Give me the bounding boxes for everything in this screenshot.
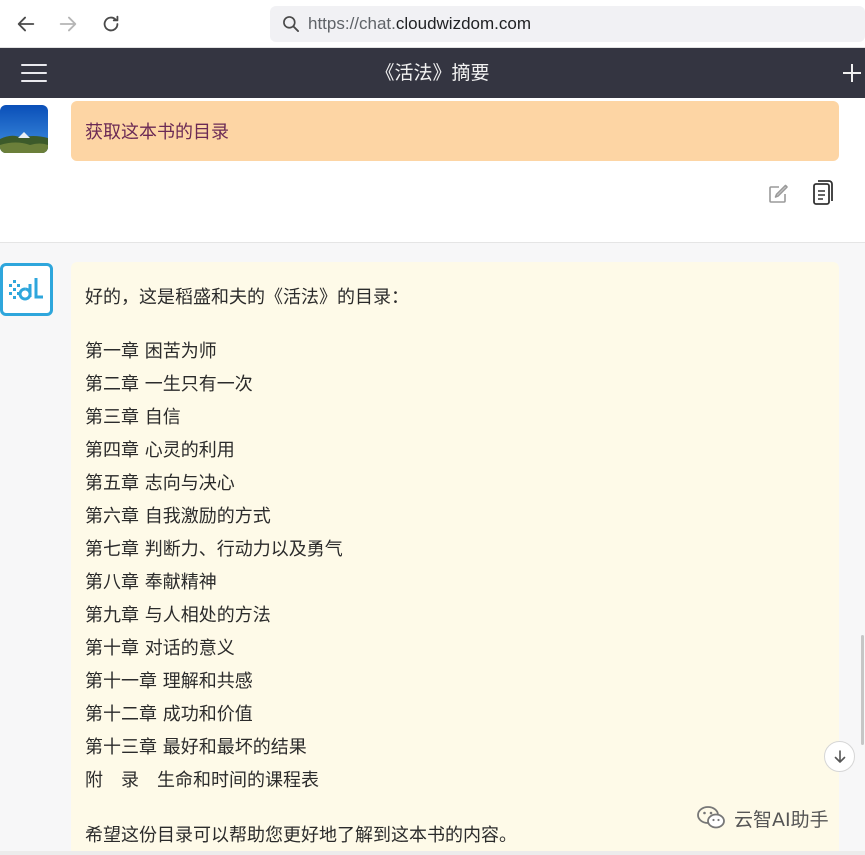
browser-toolbar: https://chat.cloudwizdom.com: [0, 0, 865, 48]
list-item: 附 录 生命和时间的课程表: [85, 770, 319, 791]
plus-icon[interactable]: [839, 60, 865, 86]
reload-button[interactable]: [94, 8, 128, 40]
assistant-intro-text: 好的，这是稻盛和夫的《活法》的目录：: [85, 287, 409, 308]
user-message-row: 获取这本书的目录: [0, 98, 865, 243]
scrollbar[interactable]: [861, 635, 864, 745]
ai-logo-icon: [0, 263, 53, 316]
list-item: 第三章 自信: [85, 407, 181, 428]
list-item: 第九章 与人相处的方法: [85, 605, 271, 626]
list-item: 第二章 一生只有一次: [85, 374, 253, 395]
list-item: 第七章 判断力、行动力以及勇气: [85, 539, 343, 560]
arrow-down-icon: [834, 749, 845, 763]
search-icon: [274, 6, 308, 42]
assistant-outro-text: 希望这份目录可以帮助您更好地了解到这本书的内容。: [85, 825, 517, 846]
back-button[interactable]: [9, 8, 43, 40]
list-item: 第十一章 理解和共感: [85, 671, 253, 692]
scroll-to-bottom-button[interactable]: [824, 741, 855, 772]
list-item: 第五章 志向与决心: [85, 473, 235, 494]
forward-button[interactable]: [51, 8, 85, 40]
list-item: 第六章 自我激励的方式: [85, 506, 271, 527]
arrow-right-icon: [59, 16, 77, 32]
address-bar[interactable]: https://chat.cloudwizdom.com: [270, 6, 865, 42]
user-message-bubble: 获取这本书的目录: [71, 101, 839, 161]
wechat-icon: [697, 806, 725, 829]
watermark-text: 云智AI助手: [734, 808, 829, 831]
chapter-list: 第一章 困苦为师 第二章 一生只有一次 第三章 自信 第四章 心灵的利用 第五章…: [85, 335, 343, 797]
assistant-message-bubble: 好的，这是稻盛和夫的《活法》的目录： 第一章 困苦为师 第二章 一生只有一次 第…: [71, 262, 839, 855]
copy-icon[interactable]: [811, 178, 835, 208]
user-message-text: 获取这本书的目录: [85, 122, 229, 143]
url-host: cloudwizdom.com: [395, 14, 531, 33]
list-item: 第八章 奉献精神: [85, 572, 217, 593]
list-item: 第一章 困苦为师: [85, 341, 217, 362]
divider: [0, 851, 865, 855]
list-item: 第十章 对话的意义: [85, 638, 235, 659]
app-header: 《活法》摘要: [0, 48, 865, 98]
reload-icon: [103, 15, 119, 32]
list-item: 第四章 心灵的利用: [85, 440, 235, 461]
assistant-message-row: 好的，这是稻盛和夫的《活法》的目录： 第一章 困苦为师 第二章 一生只有一次 第…: [0, 243, 865, 855]
list-item: 第十二章 成功和价值: [85, 704, 253, 725]
watermark: 云智AI助手: [696, 800, 829, 836]
edit-icon[interactable]: [766, 182, 790, 206]
user-avatar: [0, 105, 48, 153]
arrow-left-icon: [17, 16, 35, 32]
page-title: 《活法》摘要: [375, 62, 490, 84]
list-item: 第十三章 最好和最坏的结果: [85, 737, 307, 758]
url-text[interactable]: https://chat.cloudwizdom.com: [308, 14, 531, 34]
url-prefix: https://chat.: [308, 14, 396, 33]
